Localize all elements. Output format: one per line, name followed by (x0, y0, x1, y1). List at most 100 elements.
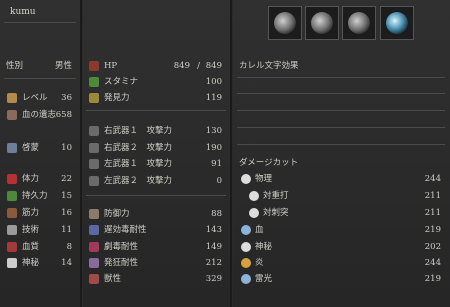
damage-cut-row-label: 神秘 (255, 242, 273, 252)
divider (237, 93, 445, 94)
endurance-icon (7, 191, 17, 201)
stat-row-value: 8 (66, 242, 72, 252)
defense-row: 劇毒耐性 149 (86, 240, 226, 254)
defense-row-label: 獣性 (104, 274, 122, 284)
divider (237, 127, 445, 128)
stat-row: 神秘 14 (4, 256, 76, 270)
stat-row-label: 啓蒙 (22, 143, 40, 153)
damage-cut-row: 対刺突 211 (237, 206, 445, 220)
arcane-icon (7, 258, 17, 268)
stat-row: レベル 36 (4, 91, 76, 105)
defense-row: 獣性 329 (86, 272, 226, 286)
rune-slot-1[interactable] (268, 6, 302, 40)
defense-row-label: 遅効毒耐性 (104, 225, 147, 235)
damage-cut-row-label: 対重打 (263, 191, 289, 201)
rune-orb-icon (274, 12, 296, 34)
defense-row-label: 発狂耐性 (104, 258, 139, 268)
attack-row-label: 右武器２ 攻撃力 (104, 143, 173, 153)
beasthood-icon (89, 274, 99, 284)
damage-cut-header: ダメージカット (239, 158, 299, 168)
strength-icon (7, 208, 17, 218)
insight-icon (7, 143, 17, 153)
stat-row-value: 15 (61, 191, 72, 201)
stat-row-value: 11 (61, 225, 72, 235)
defense-row: 遅効毒耐性 143 (86, 223, 226, 237)
attack-row-label: 右武器１ 攻撃力 (104, 126, 173, 136)
discovery-label: 発見力 (104, 93, 130, 103)
defense-row: 防御力 88 (86, 207, 226, 221)
hp-label: HP (104, 61, 118, 71)
stat-row: 体力 22 (4, 172, 76, 186)
attack-row-value: 0 (216, 176, 222, 186)
hp-separator: / (197, 61, 200, 71)
discovery-icon (89, 93, 99, 103)
character-name: kumu (10, 7, 36, 17)
gender-row: 性別 男性 (4, 59, 76, 73)
attack-row-value: 130 (205, 126, 222, 136)
slow-poison-resist-icon (89, 225, 99, 235)
damage-cut-row-label: 血 (255, 225, 264, 235)
damage-cut-row-value: 244 (424, 174, 441, 184)
divider (80, 0, 82, 307)
attack-row-label: 左武器２ 攻撃力 (104, 176, 173, 186)
frenzy-resist-icon (89, 258, 99, 268)
hp-icon (89, 61, 99, 71)
stat-row: 持久力 15 (4, 189, 76, 203)
divider (237, 110, 445, 111)
damage-cut-row-value: 202 (424, 242, 441, 252)
stat-row-label: 体力 (22, 174, 40, 184)
divider (4, 78, 76, 79)
stat-row-value: 658 (55, 110, 72, 120)
stat-row: 啓蒙 10 (4, 141, 76, 155)
attack-row: 右武器１ 攻撃力 130 (86, 124, 226, 138)
fire-cut-icon (241, 258, 251, 268)
damage-cut-row-label: 対刺突 (263, 208, 289, 218)
stat-row-value: 16 (61, 208, 72, 218)
stat-row-value: 14 (61, 258, 72, 268)
divider (86, 195, 226, 196)
damage-cut-row-label: 雷光 (255, 274, 273, 284)
rune-orb-glowing-icon (386, 12, 408, 34)
damage-cut-row-label: 物理 (255, 174, 273, 184)
defense-row-value: 149 (205, 242, 222, 252)
weapon-icon (89, 176, 99, 186)
thrust-cut-icon (249, 208, 259, 218)
hp-max: 849 (205, 61, 222, 71)
physical-cut-icon (241, 174, 251, 184)
damage-cut-row-value: 211 (424, 208, 441, 218)
stat-row-label: 筋力 (22, 208, 40, 218)
stat-row-value: 10 (61, 143, 72, 153)
defense-row-value: 143 (205, 225, 222, 235)
defense-row-label: 防御力 (104, 209, 130, 219)
rune-slot-3[interactable] (342, 6, 376, 40)
attack-row: 左武器１ 攻撃力 91 (86, 157, 226, 171)
defense-row-value: 88 (211, 209, 222, 219)
divider (237, 77, 445, 78)
stamina-icon (89, 77, 99, 87)
stamina-label: スタミナ (104, 77, 139, 87)
stat-row-value: 36 (61, 93, 72, 103)
bloodtinge-icon (7, 242, 17, 252)
defense-row-value: 329 (205, 274, 222, 284)
rune-slot-4[interactable] (380, 6, 414, 40)
rapid-poison-resist-icon (89, 242, 99, 252)
damage-cut-row: 神秘 202 (237, 240, 445, 254)
stamina-row: スタミナ 100 (86, 75, 226, 89)
underline (4, 22, 76, 23)
stat-row-label: 技術 (22, 225, 40, 235)
damage-cut-row: 血 219 (237, 223, 445, 237)
stat-row: 筋力 16 (4, 206, 76, 220)
stat-row-label: レベル (22, 93, 48, 103)
skill-icon (7, 225, 17, 235)
attack-row-label: 左武器１ 攻撃力 (104, 159, 173, 169)
stat-row-label: 神秘 (22, 258, 40, 268)
weapon-icon (89, 159, 99, 169)
rune-slot-2[interactable] (305, 6, 339, 40)
weapon-icon (89, 126, 99, 136)
discovery-value: 119 (205, 93, 222, 103)
divider (230, 0, 232, 307)
divider (237, 144, 445, 145)
defense-row-label: 劇毒耐性 (104, 242, 139, 252)
attack-row: 左武器２ 攻撃力 0 (86, 174, 226, 188)
defense-row-value: 212 (205, 258, 222, 268)
